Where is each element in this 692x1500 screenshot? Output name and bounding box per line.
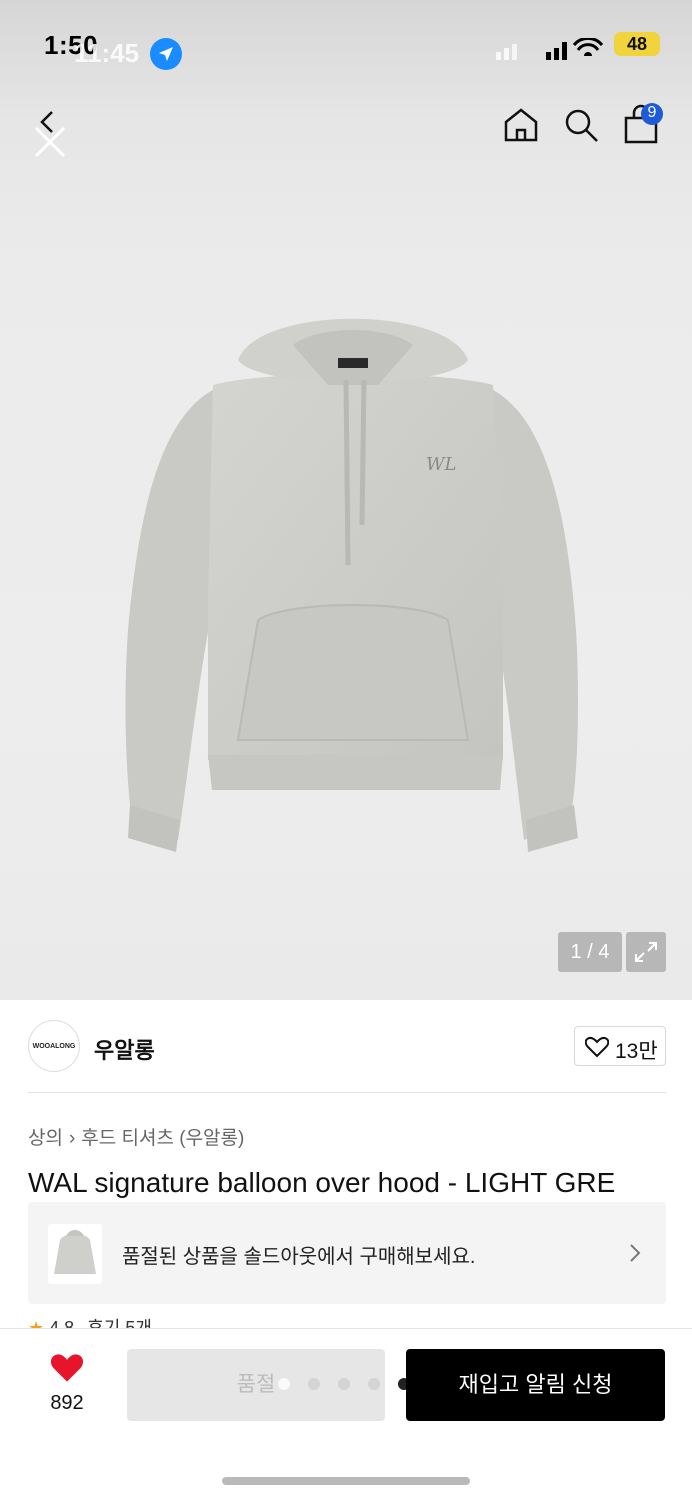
heart-filled-icon [50,1354,84,1382]
cart-badge-count: 9 [647,104,657,121]
wish-count: 892 [50,1392,84,1414]
chevron-right-icon: › [68,1128,76,1149]
heart-outline-icon [585,1036,609,1058]
location-icon [150,38,182,70]
top-navigation: 9 [0,100,692,170]
breadcrumb-item[interactable]: 후드 티셔츠 (우알롱) [81,1128,244,1149]
brand-row: WOOALONG 우알롱 13만 [0,1000,692,1094]
product-title: WAL signature balloon over hood - LIGHT … [28,1167,616,1198]
brand-name[interactable]: 우알롱 [94,1033,155,1065]
svg-text:WL: WL [426,454,456,475]
back-icon[interactable] [28,108,72,163]
expand-icon[interactable] [626,932,666,972]
product-image[interactable]: WL [118,300,588,870]
wish-button[interactable]: 892 [40,1353,94,1415]
brand-like-count: 13만 [615,1040,658,1063]
gallery-pager: 1 / 4 [558,932,622,972]
brand-logo[interactable]: WOOALONG [28,1020,80,1072]
soldout-banner[interactable]: 품절된 상품을 솔드아웃에서 구매해보세요. [28,1202,666,1304]
breadcrumb-item[interactable]: 상의 [28,1128,63,1149]
product-gallery[interactable]: 1:50 11:45 48 9 WL 1 / 4 [0,0,692,1000]
search-icon[interactable] [562,106,600,149]
chevron-right-icon [628,1242,642,1269]
divider [28,1092,666,1093]
home-indicator [222,1477,470,1485]
bottom-action-bar: 892 품절 재입고 알림 신청 [0,1328,692,1500]
restock-alert-button[interactable]: 재입고 알림 신청 [406,1349,665,1421]
soldout-banner-text: 품절된 상품을 솔드아웃에서 구매해보세요. [122,1246,476,1268]
signal-icon [496,36,606,67]
status-bar: 1:50 11:45 48 [0,24,692,74]
battery-indicator: 48 [614,32,660,56]
breadcrumb: 상의 › 후드 티셔츠 (우알롱) [28,1123,244,1150]
cart-icon[interactable]: 9 [622,102,668,151]
status-time-overlay: 11:45 [74,38,140,68]
brand-like-button[interactable]: 13만 [574,1026,666,1066]
home-icon[interactable] [502,106,540,149]
soldout-thumbnail [48,1224,102,1284]
